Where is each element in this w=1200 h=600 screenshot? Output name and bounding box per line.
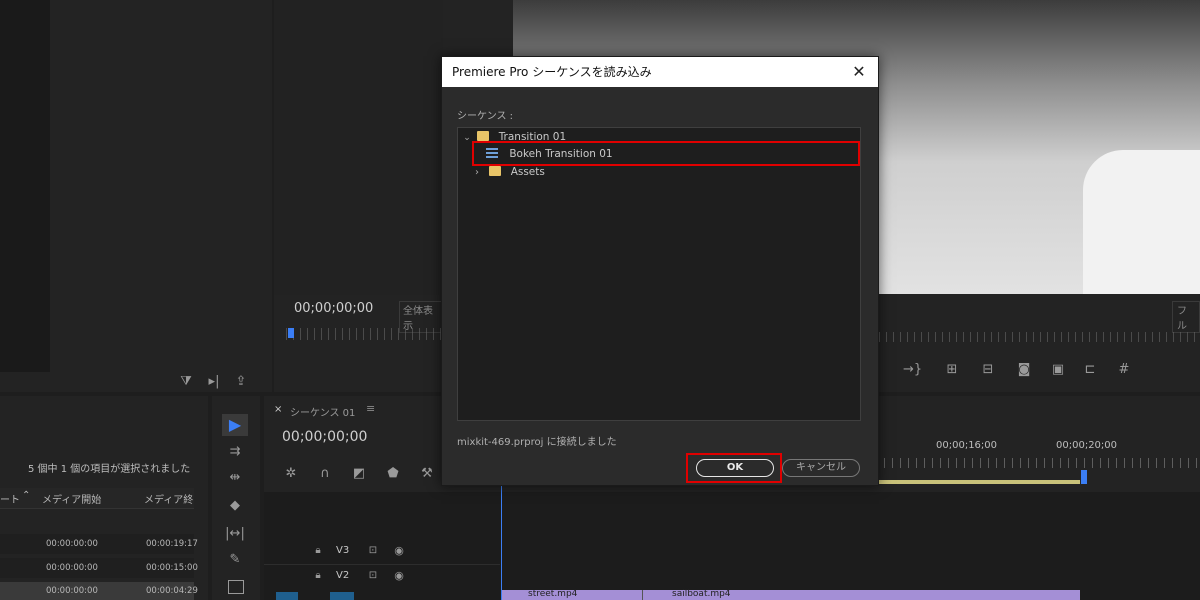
extract-icon[interactable]: ⊟	[979, 362, 997, 378]
folder-icon	[477, 131, 490, 141]
rectangle-tool-icon[interactable]	[228, 580, 244, 594]
track-name-v2: V2	[336, 570, 350, 581]
step-forward-icon[interactable]: ▸|	[204, 374, 224, 390]
clip[interactable]	[502, 590, 1080, 600]
compare-icon[interactable]: ▣	[1049, 362, 1067, 378]
highlight-box-ok	[686, 453, 782, 483]
work-area-end-marker[interactable]	[1081, 470, 1087, 484]
media-end-value: 00:00:04:29	[146, 586, 198, 596]
eye-icon[interactable]: ◉	[392, 568, 406, 584]
source-patch-v1[interactable]	[276, 592, 298, 600]
sync-lock-icon[interactable]: ⊡	[366, 568, 380, 584]
close-icon[interactable]: ✕	[848, 57, 870, 87]
selection-status: 5 個中 1 個の項目が選択されました	[28, 464, 191, 475]
table-row[interactable]: 00:00:00:00 00:00:19:17	[0, 534, 198, 554]
media-start-value: 00:00:00:00	[46, 539, 98, 549]
source-monitor-screen	[274, 0, 443, 295]
program-scrub-ruler[interactable]	[879, 332, 1199, 342]
column-header-name[interactable]: ート	[0, 491, 20, 506]
source-playhead[interactable]	[288, 328, 294, 338]
left-source-panel: ⧩ ▸| ⇪	[0, 0, 272, 392]
cancel-button[interactable]: キャンセル	[782, 459, 860, 477]
trim-icon[interactable]: ⊏	[1081, 362, 1099, 378]
source-monitor: 00;00;00;00 全体表示	[274, 0, 443, 392]
ripple-edit-icon[interactable]: ⇹	[224, 470, 246, 486]
tree-label-assets: Assets	[510, 166, 545, 178]
eye-icon[interactable]: ◉	[392, 543, 406, 559]
column-header-media-end[interactable]: メディア終	[144, 491, 193, 506]
selection-tool-icon[interactable]: ▶	[222, 414, 248, 436]
export-icon[interactable]: ⇪	[232, 374, 250, 390]
tree-row-assets[interactable]: › Assets	[470, 164, 850, 181]
source-timecode[interactable]: 00;00;00;00	[294, 301, 373, 316]
chevron-right-icon[interactable]: ›	[470, 164, 484, 181]
column-header-media-start[interactable]: メディア開始	[42, 491, 101, 506]
timeline-tool-row: ✲ ∩ ◩ ⬟ ⚒	[282, 466, 452, 484]
grid-icon[interactable]: #	[1115, 362, 1133, 378]
step-forward-icon[interactable]: →}	[903, 362, 922, 378]
track-header-v2: 🔒︎ V2 ⊡ ◉	[304, 567, 500, 587]
timeline-tab[interactable]: シーケンス 01	[290, 404, 355, 419]
highlight-box-sequence	[472, 141, 860, 166]
marker-icon[interactable]: ⬟	[384, 466, 402, 482]
snap-icon[interactable]: ✲	[282, 466, 300, 482]
funnel-icon[interactable]: ⧩	[178, 374, 194, 390]
section-label: シーケンス :	[457, 111, 514, 122]
slip-icon[interactable]: |↔|	[224, 526, 246, 542]
ruler-label: 00;00;16;00	[936, 440, 998, 451]
clip-label: street.mp4	[528, 589, 578, 599]
camera-icon[interactable]: ◙	[1015, 362, 1033, 378]
track-header-v3: 🔒︎ V3 ⊡ ◉	[304, 542, 500, 562]
left-preview-area	[0, 0, 50, 372]
playhead-line[interactable]	[501, 484, 502, 600]
program-video-blob	[1083, 150, 1200, 294]
lock-icon[interactable]: 🔒︎	[312, 568, 324, 584]
wrench-icon[interactable]: ⚒	[418, 466, 436, 482]
dialog-title: Premiere Pro シーケンスを読み込み	[452, 65, 652, 79]
media-end-value: 00:00:15:00	[146, 563, 198, 573]
timeline-timecode[interactable]: 00;00;00;00	[282, 429, 367, 445]
media-start-value: 00:00:00:00	[46, 586, 98, 596]
timeline-ruler[interactable]	[876, 458, 1200, 468]
sequence-tree[interactable]: ⌄ Transition 01 Bokeh Transition 01 › As…	[457, 127, 861, 421]
table-row[interactable]: 00:00:00:00 00:00:15:00	[0, 558, 198, 578]
sort-arrow-icon[interactable]: ⌃	[22, 490, 30, 501]
lift-icon[interactable]: ⊞	[943, 362, 961, 378]
connection-status: mixkit-469.prproj に接続しました	[457, 437, 617, 448]
import-sequence-dialog: Premiere Pro シーケンスを読み込み ✕ シーケンス : ⌄ Tran…	[441, 56, 879, 486]
pen-icon[interactable]: ✎	[224, 552, 246, 568]
project-header-row: ート ⌃ メディア開始 メディア終	[0, 488, 194, 509]
program-transport-controls: →} ⊞ ⊟ ◙ ▣ ⊏ #	[873, 362, 1133, 382]
ruler-label: 00;00;20;00	[1056, 440, 1118, 451]
tools-panel: ▶ ⇉ ⇹ ◆ |↔| ✎	[212, 396, 260, 600]
magnet-icon[interactable]: ∩	[316, 466, 334, 482]
track-name-v3: V3	[336, 545, 350, 556]
track-select-icon[interactable]: ⇉	[224, 444, 246, 460]
media-end-value: 00:00:19:17	[146, 539, 198, 549]
program-fit-dropdown[interactable]: フル	[1172, 301, 1200, 333]
linked-selection-icon[interactable]: ◩	[350, 466, 368, 482]
source-scrub-ruler[interactable]	[286, 328, 443, 340]
tab-menu-icon[interactable]: ≡	[366, 402, 375, 415]
clip-label: sailboat.mp4	[672, 589, 731, 599]
sync-lock-icon[interactable]: ⊡	[366, 543, 380, 559]
table-row[interactable]: 00:00:00:00 00:00:04:29	[0, 582, 198, 600]
lock-icon[interactable]: 🔒︎	[312, 543, 324, 559]
dialog-title-bar[interactable]: Premiere Pro シーケンスを読み込み ✕	[442, 57, 878, 87]
track-target-v1[interactable]	[330, 592, 354, 600]
transition-marker[interactable]	[642, 590, 643, 600]
razor-icon[interactable]: ◆	[224, 498, 246, 514]
folder-icon	[489, 166, 502, 176]
media-start-value: 00:00:00:00	[46, 563, 98, 573]
project-panel: 5 個中 1 個の項目が選択されました ート ⌃ メディア開始 メディア終 00…	[0, 396, 208, 600]
close-tab-icon[interactable]: ×	[274, 404, 282, 415]
track-separator	[264, 564, 500, 565]
